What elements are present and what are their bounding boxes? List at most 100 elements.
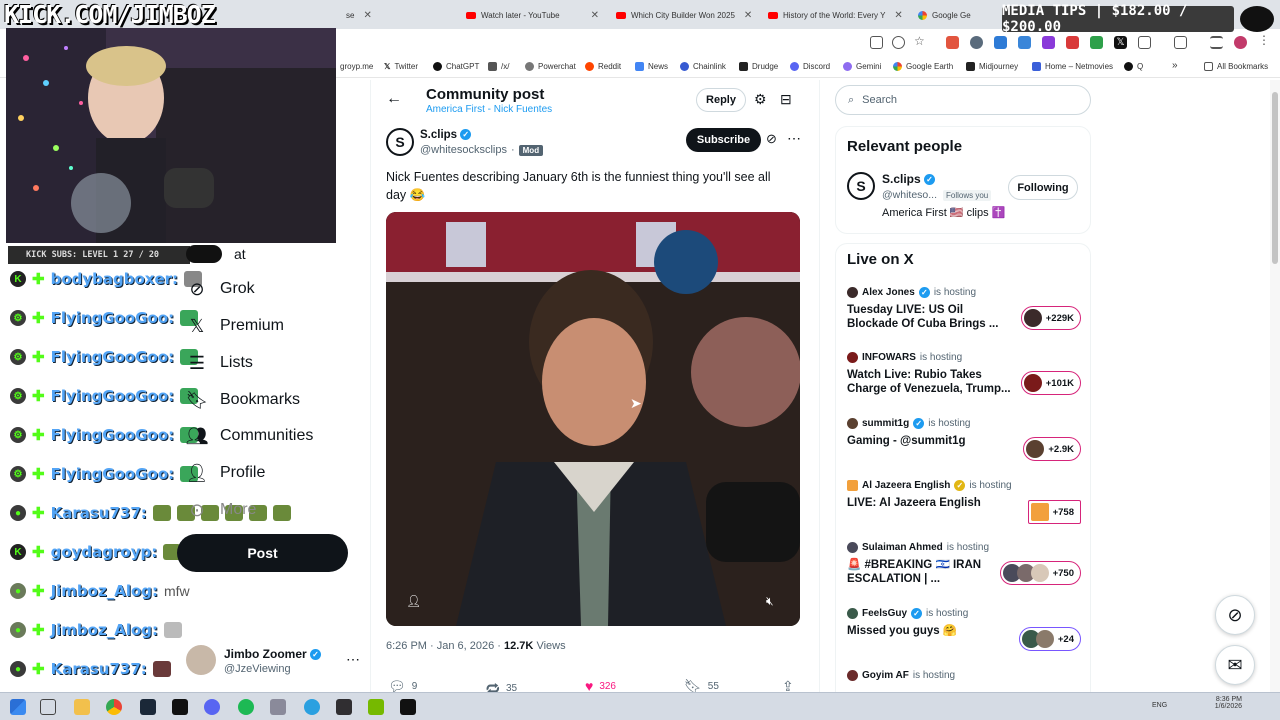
author-name-row[interactable]: S.clips ✓ (420, 129, 472, 141)
live-item[interactable]: INFOWARS is hosting Watch Live: Rubio Tak… (847, 352, 1081, 402)
browser-tab[interactable]: se ✕ (340, 4, 460, 26)
nav-more[interactable]: ⊙ More (186, 496, 256, 524)
person-avatar[interactable]: S (847, 172, 875, 200)
bookmark[interactable]: News (635, 62, 668, 71)
menu-icon[interactable]: ⋮ (1258, 33, 1271, 47)
file-explorer-icon[interactable] (74, 699, 90, 715)
bookmark[interactable]: Drudge (739, 62, 778, 71)
star-icon[interactable]: ☆ (914, 34, 927, 48)
nav-premium[interactable]: 𝕏 Premium (186, 312, 284, 340)
extension-icon[interactable] (1066, 36, 1079, 49)
live-item[interactable]: Goyim AF is hosting (847, 670, 1081, 690)
reading-list-icon[interactable] (1174, 36, 1187, 49)
close-tab-icon[interactable]: ✕ (894, 10, 902, 21)
downloads-icon[interactable] (1210, 36, 1223, 49)
browser-tab[interactable]: Which City Builder Won 2025 ✕ (610, 4, 760, 26)
bookmark[interactable]: Chainlink (680, 62, 726, 71)
listeners-pill[interactable]: +24 (1018, 627, 1081, 651)
bookmark[interactable]: Discord (790, 62, 830, 71)
user-tag-icon[interactable]: 👤︎ (406, 594, 421, 608)
app-icon[interactable] (270, 699, 286, 715)
live-item[interactable]: summit1g ✓ is hosting Gaming - @summit1g +… (847, 418, 1081, 468)
extension-icon[interactable] (1042, 36, 1055, 49)
listeners-pill[interactable]: +101K (1020, 371, 1081, 395)
live-item[interactable]: FeelsGuy ✓ is hosting Missed you guys 🤗 +2… (847, 608, 1081, 658)
author-avatar[interactable]: S (386, 128, 414, 156)
telegram-icon[interactable] (304, 699, 320, 715)
video-player[interactable]: 👤︎ 🔇︎ ➤ (386, 212, 800, 626)
nav-lists[interactable]: ☰ Lists (186, 349, 253, 377)
extension-icon[interactable] (970, 36, 983, 49)
live-item[interactable]: Alex Jones ✓ is hosting Tuesday LIVE: US O… (847, 287, 1081, 337)
listeners-pill[interactable]: +750 (999, 561, 1081, 585)
clock[interactable]: 8:36 PM 1/6/2026 (1206, 696, 1242, 710)
live-item[interactable]: Al Jazeera English ✓ is hosting LIVE: Al J… (847, 480, 1081, 530)
nav-bookmarks[interactable]: 🔖︎ Bookmarks (186, 386, 300, 414)
terminal-icon[interactable] (172, 699, 188, 715)
close-tab-icon[interactable]: ✕ (363, 10, 371, 21)
extension-icon[interactable] (946, 36, 959, 49)
puzzle-icon[interactable] (1138, 36, 1151, 49)
bookmark[interactable]: Midjourney (966, 62, 1018, 71)
app-icon[interactable] (400, 699, 416, 715)
search-input[interactable]: ⌕ Search (835, 85, 1091, 115)
messages-float-button[interactable]: ✉ (1215, 645, 1255, 685)
community-link[interactable]: America First - Nick Fuentes (426, 104, 552, 115)
grok-float-button[interactable]: ⊘ (1215, 595, 1255, 635)
bookmark[interactable]: groyp.me (340, 62, 373, 71)
task-view-icon[interactable] (40, 699, 56, 715)
listeners-pill[interactable]: +2.9K (1023, 437, 1081, 461)
filter-icon[interactable]: ⚙ (754, 91, 767, 108)
live-item[interactable]: Sulaiman Ahmed is hosting 🚨 #BREAKING 🇮🇱 … (847, 542, 1081, 592)
browser-tab[interactable]: History of the World: Every Y ✕ (762, 4, 910, 26)
scrollbar-thumb[interactable] (1272, 92, 1278, 264)
steam-icon[interactable] (140, 699, 156, 715)
person-name-row[interactable]: S.clips ✓ (882, 172, 936, 186)
close-tab-icon[interactable]: ✕ (591, 10, 599, 21)
cast-icon[interactable] (870, 36, 883, 49)
x-extension-icon[interactable]: 𝕏 (1114, 36, 1127, 49)
bookmark[interactable]: Google Earth (893, 62, 953, 71)
more-options-icon[interactable]: ⋯ (346, 651, 360, 668)
following-button[interactable]: Following (1008, 175, 1078, 200)
windows-start-icon[interactable] (10, 699, 26, 715)
nav-communities[interactable]: 👥︎ Communities (186, 422, 314, 450)
extension-icon[interactable] (1018, 36, 1031, 49)
more-bookmarks-icon[interactable]: » (1172, 60, 1178, 71)
spotify-icon[interactable] (238, 699, 254, 715)
language-indicator[interactable]: ENG (1152, 702, 1167, 709)
extension-icon[interactable] (994, 36, 1007, 49)
bookmark[interactable]: Q (1124, 62, 1143, 71)
nav-profile[interactable]: 👤︎ Profile (186, 459, 266, 487)
bookmark[interactable]: ChatGPT (433, 62, 479, 71)
bookmark[interactable]: Gemini (843, 62, 881, 71)
nav-chat[interactable]: at (186, 240, 246, 268)
close-tab-icon[interactable]: ✕ (744, 10, 752, 21)
more-options-icon[interactable]: ⋯ (787, 130, 801, 147)
post-button[interactable]: Post (177, 534, 348, 572)
back-arrow-icon[interactable]: ← (386, 90, 402, 108)
browser-tab[interactable]: Google Ge (912, 4, 997, 26)
subscribe-button[interactable]: Subscribe (686, 128, 761, 152)
zoom-icon[interactable] (892, 36, 905, 49)
browser-tab[interactable]: Watch later - YouTube ✕ (460, 4, 605, 26)
listeners-pill[interactable]: +758 (1027, 500, 1081, 524)
obs-icon[interactable] (336, 699, 352, 715)
profile-avatar-icon[interactable] (1234, 36, 1247, 49)
bookmark[interactable]: Reddit (585, 62, 621, 71)
reply-button[interactable]: Reply (696, 88, 746, 112)
account-switcher[interactable]: Jimbo Zoomer ✓ @JzeViewing ⋯ (186, 645, 364, 681)
bookmark[interactable]: Home – Netmovies (1032, 62, 1113, 71)
nav-grok[interactable]: ⊘ Grok (186, 275, 254, 303)
discord-icon[interactable] (204, 699, 220, 715)
bookmark[interactable]: /x/ (488, 62, 509, 71)
chrome-icon[interactable] (106, 699, 122, 715)
mute-icon[interactable]: 🔇︎ (766, 594, 774, 609)
nvidia-icon[interactable] (368, 699, 384, 715)
listeners-pill[interactable]: +229K (1020, 306, 1081, 330)
reader-view-icon[interactable]: ⊟ (780, 91, 792, 108)
bookmark[interactable]: 𝕏 Twitter (384, 62, 418, 71)
bookmark[interactable]: Powerchat (525, 62, 576, 71)
all-bookmarks[interactable]: All Bookmarks (1204, 62, 1268, 71)
extension-icon[interactable] (1090, 36, 1103, 49)
